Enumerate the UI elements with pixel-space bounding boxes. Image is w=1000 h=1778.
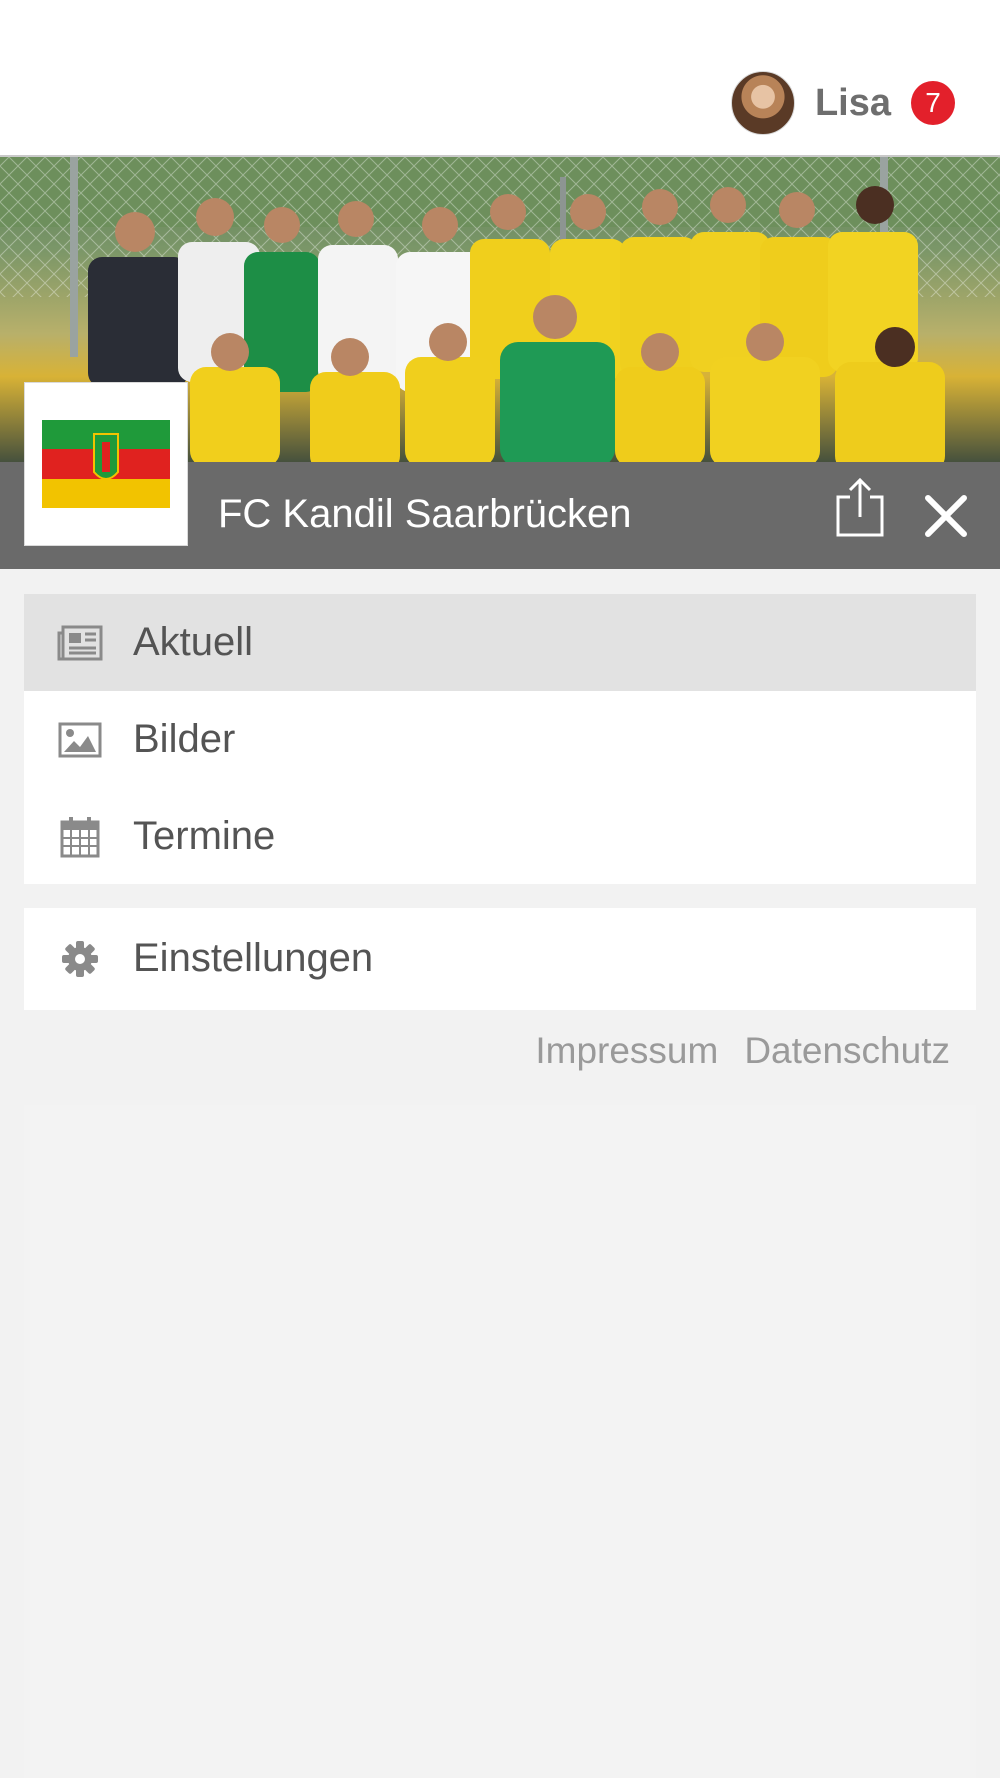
close-button[interactable] (918, 484, 974, 548)
menu-item-label: Termine (133, 814, 276, 858)
image-icon (56, 716, 104, 764)
main-menu: Aktuell Bilder Termine (24, 594, 976, 884)
menu-item-termine[interactable]: Termine (24, 788, 976, 885)
share-button[interactable] (832, 476, 888, 540)
impressum-link[interactable]: Impressum (535, 1030, 718, 1072)
content-placeholder (24, 1105, 976, 1778)
club-logo (24, 382, 188, 546)
club-flag-icon (42, 420, 170, 508)
user-menu[interactable]: Lisa 7 (730, 71, 955, 135)
close-icon (925, 495, 967, 537)
menu-item-aktuell[interactable]: Aktuell (24, 594, 976, 691)
top-bar: Lisa 7 (0, 0, 1000, 157)
share-icon (836, 477, 884, 537)
menu-item-label: Bilder (133, 717, 236, 761)
club-name: FC Kandil Saarbrücken (218, 492, 632, 536)
menu-item-bilder[interactable]: Bilder (24, 691, 976, 788)
notification-badge[interactable]: 7 (911, 81, 955, 125)
menu-item-label: Einstellungen (133, 936, 374, 980)
user-avatar[interactable] (730, 71, 795, 135)
user-name[interactable]: Lisa (815, 82, 891, 125)
newspaper-icon (56, 619, 104, 667)
calendar-icon (56, 813, 104, 861)
settings-menu: Einstellungen (24, 908, 976, 1010)
datenschutz-link[interactable]: Datenschutz (744, 1030, 950, 1072)
footer-links: Impressum Datenschutz (535, 1030, 950, 1072)
menu-item-label: Aktuell (133, 620, 254, 664)
gear-icon (56, 935, 104, 983)
menu-item-einstellungen[interactable]: Einstellungen (24, 910, 976, 1007)
